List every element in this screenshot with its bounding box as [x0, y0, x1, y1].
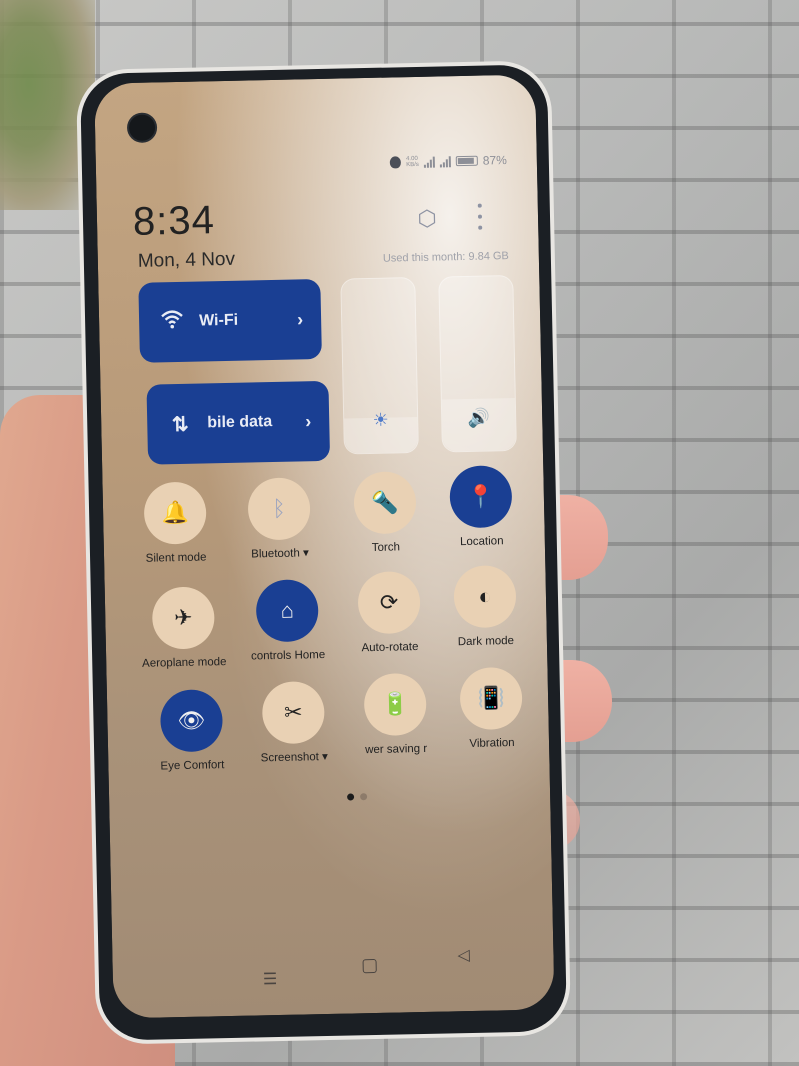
qs-label: Auto-rotate — [361, 641, 419, 655]
bluetooth-icon: ᛒ — [247, 477, 311, 541]
qs-label: Torch — [371, 541, 401, 554]
qs-label: Silent mode — [145, 551, 207, 565]
volume-icon: 🔊 — [467, 407, 491, 428]
signal-icon — [423, 156, 435, 168]
dark-mode-icon: ◐ — [453, 564, 517, 629]
phone: 4.00 KB/s 87% 8:34 Mon, 4 Nov ⬡ Used thi… — [75, 60, 572, 1045]
qs-label: Location — [459, 535, 504, 549]
mobile-data-label: bile data — [207, 413, 273, 432]
phone-bezel: 4.00 KB/s 87% 8:34 Mon, 4 Nov ⬡ Used thi… — [79, 64, 568, 1041]
home-icon: ⌂ — [255, 579, 319, 643]
front-camera — [126, 112, 158, 144]
mobile-data-arrows-icon: ⇅ — [171, 413, 189, 436]
qs-aeroplane-mode[interactable]: ✈ Aeroplane mode — [133, 586, 235, 671]
qs-label: wer saving r — [365, 742, 428, 757]
qs-label: Aeroplane mode — [141, 656, 227, 670]
qs-label: Screenshot ▾ — [260, 750, 328, 765]
bell-icon: 🔔 — [143, 481, 207, 545]
qs-dark-mode[interactable]: ◐ Dark mode — [434, 564, 536, 650]
settings-gear-icon[interactable]: ⬡ — [415, 206, 439, 231]
qs-auto-rotate[interactable]: ⟳ Auto-rotate — [338, 570, 440, 656]
page-indicator — [347, 793, 368, 801]
battery-percent: 87% — [482, 153, 507, 168]
page-dot[interactable] — [360, 793, 368, 801]
status-bar: 4.00 KB/s 87% — [390, 153, 507, 169]
screenshot-icon: ✂ — [261, 681, 325, 745]
eye-icon: 👁 — [159, 689, 224, 753]
recent-apps-menu-icon[interactable]: ☰ — [263, 969, 278, 989]
phone-screen: 4.00 KB/s 87% 8:34 Mon, 4 Nov ⬡ Used thi… — [94, 74, 555, 1019]
torch-icon: 🔦 — [353, 471, 417, 535]
wifi-icon — [157, 309, 188, 336]
page-dot-active[interactable] — [347, 793, 355, 801]
qs-home-controls[interactable]: ⌂ controls Home — [237, 579, 339, 664]
shield-icon — [390, 156, 402, 169]
date: Mon, 4 Nov — [137, 248, 236, 272]
qs-label: Dark mode — [457, 635, 515, 649]
qs-silent-mode[interactable]: 🔔 Silent mode — [125, 481, 227, 566]
qs-label: Vibration — [469, 737, 515, 750]
wifi-tile[interactable]: Wi-Fi › — [138, 279, 322, 363]
back-triangle-icon[interactable]: ◁ — [457, 945, 470, 965]
more-vertical-icon[interactable] — [475, 203, 486, 230]
location-icon: 📍 — [449, 465, 513, 529]
home-button-icon[interactable] — [362, 958, 377, 974]
chevron-right-icon[interactable]: › — [305, 411, 311, 432]
brightness-slider[interactable]: ☀ — [340, 277, 419, 455]
qs-power-saving[interactable]: 🔋 wer saving r — [345, 672, 447, 757]
qs-eye-comfort[interactable]: 👁 Eye Comfort — [141, 689, 243, 774]
signal-icon — [439, 155, 451, 167]
brightness-icon: ☀ — [372, 409, 390, 430]
qs-screenshot[interactable]: ✂ Screenshot ▾ — [243, 681, 345, 766]
auto-rotate-icon: ⟳ — [357, 570, 421, 635]
qs-label: Eye Comfort — [160, 759, 225, 773]
network-speed: 4.00 KB/s — [406, 155, 419, 169]
volume-slider[interactable]: 🔊 — [438, 274, 517, 453]
aeroplane-icon: ✈ — [151, 586, 215, 650]
clock: 8:34 — [132, 198, 216, 244]
wifi-label: Wi-Fi — [198, 311, 239, 330]
mobile-data-tile[interactable]: ⇅ bile data › — [146, 380, 331, 465]
power-saving-icon: 🔋 — [363, 672, 427, 737]
qs-label: Bluetooth ▾ — [251, 547, 309, 561]
qs-location[interactable]: 📍 Location — [430, 465, 532, 550]
qs-label: controls Home — [250, 648, 326, 663]
qs-bluetooth[interactable]: ᛒ Bluetooth ▾ — [228, 477, 330, 562]
qs-vibration[interactable]: 📳 Vibration — [440, 666, 542, 751]
vibration-off-icon: 📳 — [459, 666, 523, 731]
chevron-right-icon[interactable]: › — [297, 309, 303, 330]
data-usage-label: Used this month: 9.84 GB — [382, 250, 509, 265]
qs-torch[interactable]: 🔦 Torch — [334, 471, 436, 556]
battery-icon — [455, 155, 478, 167]
navigation-bar: ☰ ◁ — [112, 947, 554, 990]
